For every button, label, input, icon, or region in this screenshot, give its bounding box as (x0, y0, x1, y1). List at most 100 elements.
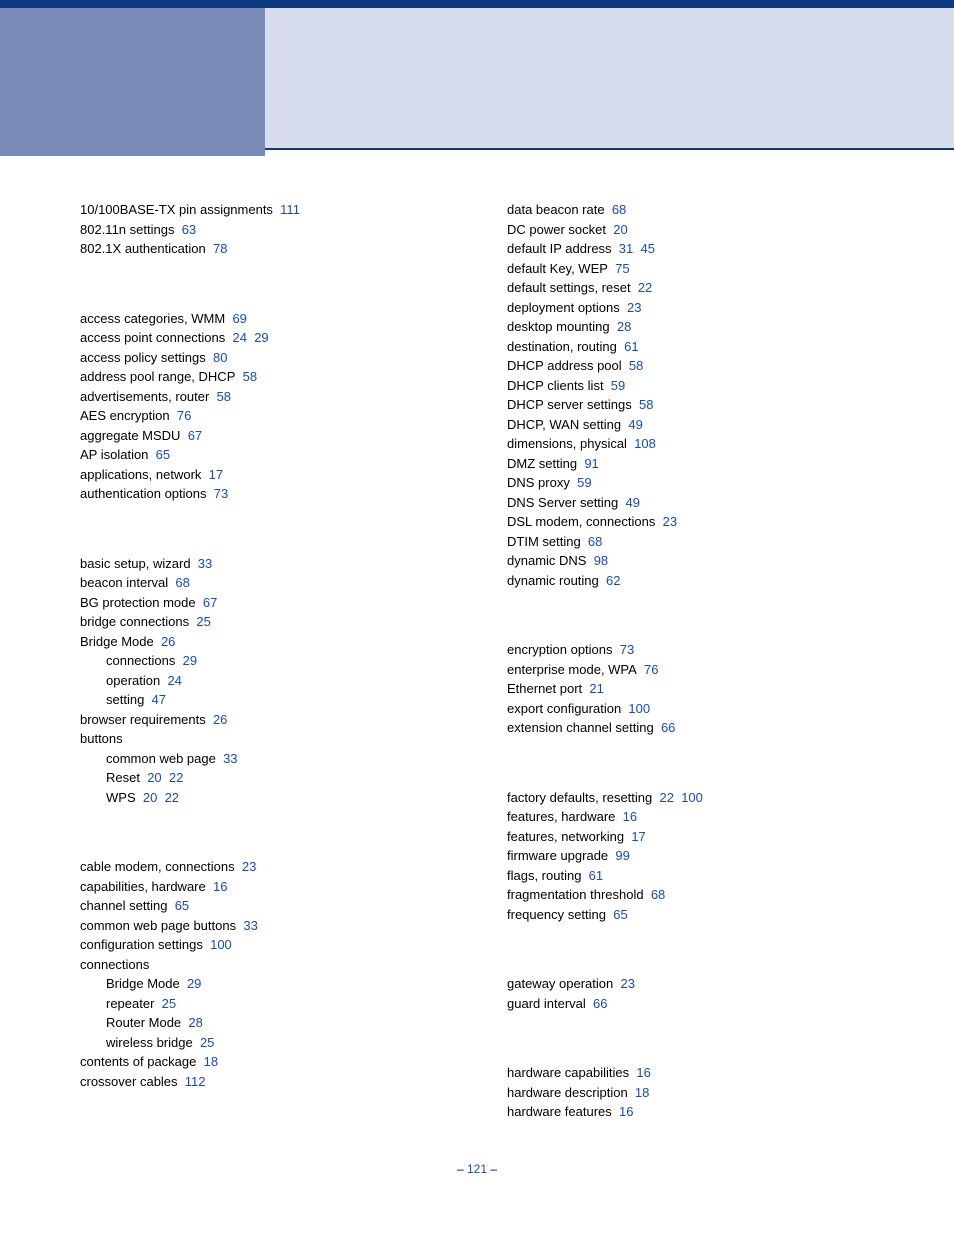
page-link[interactable]: 78 (213, 241, 227, 256)
page-number: 121 (467, 1162, 487, 1176)
page-link[interactable]: 25 (162, 996, 176, 1011)
index-entry: BG protection mode 67 (80, 593, 447, 613)
page-link[interactable]: 29 (187, 976, 201, 991)
page-link[interactable]: 91 (584, 456, 598, 471)
index-term: export configuration (507, 701, 621, 716)
page-link[interactable]: 59 (611, 378, 625, 393)
page-link[interactable]: 49 (628, 417, 642, 432)
page-link[interactable]: 68 (612, 202, 626, 217)
page-link[interactable]: 18 (635, 1085, 649, 1100)
page-link[interactable]: 16 (636, 1065, 650, 1080)
page-link[interactable]: 23 (242, 859, 256, 874)
index-entry: authentication options 73 (80, 484, 447, 504)
page-link[interactable]: 17 (631, 829, 645, 844)
page-link[interactable]: 25 (196, 614, 210, 629)
page-link[interactable]: 66 (661, 720, 675, 735)
page-link[interactable]: 49 (626, 495, 640, 510)
index-entry: AES encryption 76 (80, 406, 447, 426)
index-term: deployment options (507, 300, 620, 315)
page-link[interactable]: 22 (165, 790, 179, 805)
page-link[interactable]: 16 (619, 1104, 633, 1119)
page-link[interactable]: 20 (143, 790, 157, 805)
page-link[interactable]: 66 (593, 996, 607, 1011)
page-link[interactable]: 67 (188, 428, 202, 443)
page-link[interactable]: 33 (198, 556, 212, 571)
page-link[interactable]: 112 (185, 1074, 206, 1089)
page-link[interactable]: 80 (213, 350, 227, 365)
page-link[interactable]: 26 (213, 712, 227, 727)
page-link[interactable]: 33 (223, 751, 237, 766)
page-link[interactable]: 68 (175, 575, 189, 590)
page-link[interactable]: 26 (161, 634, 175, 649)
page-link[interactable]: 25 (200, 1035, 214, 1050)
index-entry: browser requirements 26 (80, 710, 447, 730)
index-term: DHCP clients list (507, 378, 604, 393)
page-link[interactable]: 58 (217, 389, 231, 404)
page-link[interactable]: 62 (606, 573, 620, 588)
page-link[interactable]: 63 (182, 222, 196, 237)
page-link[interactable]: 29 (254, 330, 268, 345)
page-link[interactable]: 22 (638, 280, 652, 295)
page-link[interactable]: 28 (617, 319, 631, 334)
page-link[interactable]: 100 (628, 701, 650, 716)
page-link[interactable]: 58 (639, 397, 653, 412)
page-link[interactable]: 22 (169, 770, 183, 785)
page-link[interactable]: 69 (232, 311, 246, 326)
page-link[interactable]: 67 (203, 595, 217, 610)
page-link[interactable]: 16 (213, 879, 227, 894)
page-link[interactable]: 18 (204, 1054, 218, 1069)
page-link[interactable]: 73 (620, 642, 634, 657)
page-link[interactable]: 45 (641, 241, 655, 256)
index-entry: flags, routing 61 (507, 866, 874, 886)
index-term: dynamic DNS (507, 553, 586, 568)
index-entry: DHCP clients list 59 (507, 376, 874, 396)
page-link[interactable]: 29 (183, 653, 197, 668)
page-link[interactable]: 23 (620, 976, 634, 991)
index-term: access point connections (80, 330, 225, 345)
page-link[interactable]: 99 (615, 848, 629, 863)
page-link[interactable]: 76 (644, 662, 658, 677)
index-entry: 802.11n settings 63 (80, 220, 447, 240)
page-link[interactable]: 68 (588, 534, 602, 549)
index-entry: common web page buttons 33 (80, 916, 447, 936)
page-link[interactable]: 33 (243, 918, 257, 933)
index-entry: DC power socket 20 (507, 220, 874, 240)
page-link[interactable]: 17 (209, 467, 223, 482)
page-link[interactable]: 20 (147, 770, 161, 785)
page-link[interactable]: 73 (214, 486, 228, 501)
index-term: setting (106, 692, 144, 707)
page-link[interactable]: 68 (651, 887, 665, 902)
page-link[interactable]: 108 (634, 436, 656, 451)
page-link[interactable]: 61 (589, 868, 603, 883)
page-link[interactable]: 65 (156, 447, 170, 462)
page-link[interactable]: 22 (659, 790, 673, 805)
page-link[interactable]: 21 (589, 681, 603, 696)
page-link[interactable]: 100 (210, 937, 232, 952)
index-entry: buttons (80, 729, 447, 749)
page-link[interactable]: 61 (624, 339, 638, 354)
page-link[interactable]: 58 (243, 369, 257, 384)
page-link[interactable]: 58 (629, 358, 643, 373)
index-entry: hardware description 18 (507, 1083, 874, 1103)
index-term: common web page (106, 751, 216, 766)
page-link[interactable]: 24 (233, 330, 247, 345)
page-link[interactable]: 111 (280, 202, 300, 217)
page-link[interactable]: 47 (152, 692, 166, 707)
page-link[interactable]: 65 (175, 898, 189, 913)
page-link[interactable]: 31 (619, 241, 633, 256)
page-link[interactable]: 98 (594, 553, 608, 568)
page-link[interactable]: 20 (613, 222, 627, 237)
page-link[interactable]: 75 (615, 261, 629, 276)
index-entry: wireless bridge 25 (80, 1033, 447, 1053)
index-entry: AP isolation 65 (80, 445, 447, 465)
page-link[interactable]: 59 (577, 475, 591, 490)
page-link[interactable]: 24 (167, 673, 181, 688)
page-link[interactable]: 16 (623, 809, 637, 824)
page-link[interactable]: 28 (188, 1015, 202, 1030)
page-link[interactable]: 65 (613, 907, 627, 922)
page-link[interactable]: 23 (627, 300, 641, 315)
page-link[interactable]: 23 (663, 514, 677, 529)
page-link[interactable]: 76 (177, 408, 191, 423)
page-link[interactable]: 100 (681, 790, 703, 805)
index-entry: address pool range, DHCP 58 (80, 367, 447, 387)
